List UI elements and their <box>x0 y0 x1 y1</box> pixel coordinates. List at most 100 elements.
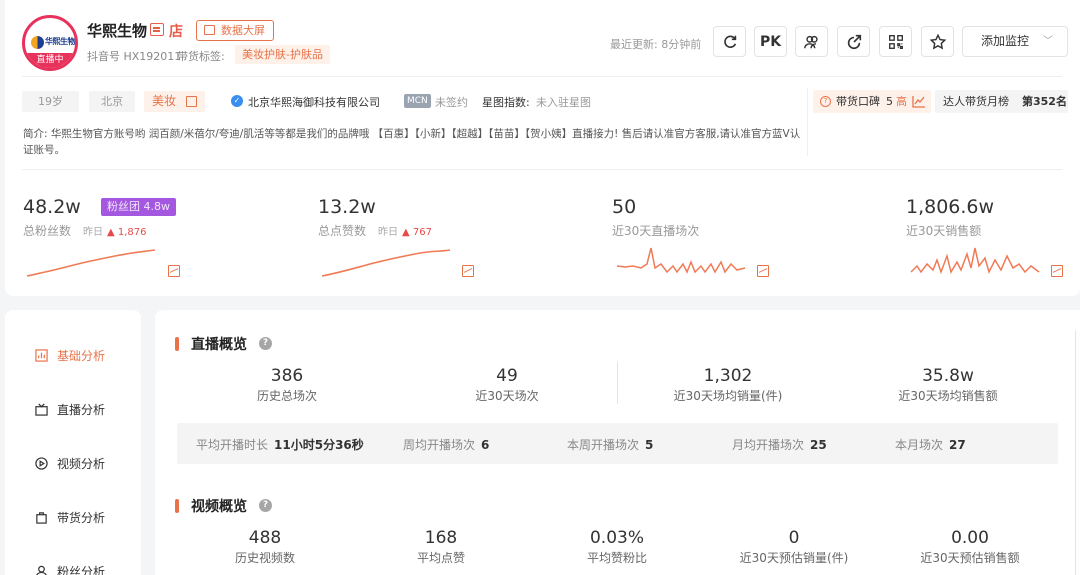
edit-icon[interactable] <box>186 96 197 107</box>
stat-label: 总粉丝数 <box>23 224 72 238</box>
bag-icon <box>36 512 47 524</box>
add-monitor-label: 添加监控 <box>981 34 1030 48</box>
metric-label: 平均点赞 <box>416 551 465 565</box>
trend-icon[interactable] <box>1051 265 1063 277</box>
metric-value: 168 <box>424 528 458 548</box>
analysis-sidebar: 基础分析 直播分析 视频分析 带货分析 粉丝分析 <box>5 310 141 575</box>
metric-label: 历史视频数 <box>234 551 295 565</box>
compare-users-button[interactable] <box>795 26 828 57</box>
sidebar-item-basic[interactable]: 基础分析 <box>35 346 105 366</box>
trend-icon[interactable] <box>757 265 769 277</box>
category-label: 美妆 <box>152 94 177 108</box>
fans-group-value: 4.8w <box>143 200 171 213</box>
help-icon[interactable]: ? <box>259 499 272 512</box>
metric-video-est-volume: 0 近30天预估销量(件) <box>704 527 884 567</box>
tag-label: 带货标签: <box>177 50 225 63</box>
add-monitor-dropdown[interactable]: 添加监控 ﹀ <box>962 26 1068 57</box>
mcn-status: 未签约 <box>435 96 468 109</box>
trend-icon[interactable] <box>168 265 180 277</box>
bar-chart-icon <box>35 349 48 362</box>
sidebar-item-label: 粉丝分析 <box>57 565 106 575</box>
stat-total-likes: 13.2w 总点赞数 昨日 ▲ 767 <box>318 195 432 241</box>
update-time: 最近更新: 8分钟前 <box>610 38 702 51</box>
metric-value: 0.03% <box>589 528 644 548</box>
category-tag[interactable]: 美妆护肤-护肤品 <box>235 45 330 64</box>
koubei-badge[interactable]: ? 带货口碑 5 高 <box>813 90 931 113</box>
metric-label: 近30天预估销量(件) <box>739 551 849 565</box>
metric-value: 488 <box>248 528 282 548</box>
stat-delta: ▲ 1,876 <box>107 227 147 238</box>
stat-delta: ▲ 767 <box>402 227 432 238</box>
sales-trend-sparkline[interactable] <box>909 244 1041 280</box>
qrcode-button[interactable] <box>879 26 912 57</box>
live-trend-sparkline[interactable] <box>615 244 747 280</box>
big-screen-label: 数据大屏 <box>221 24 265 37</box>
divider <box>807 88 808 156</box>
share-button[interactable] <box>837 26 870 57</box>
douyin-id: 抖音号 HX192011 <box>87 50 182 63</box>
stat-value: 50 <box>612 196 637 218</box>
refresh-icon <box>723 35 736 48</box>
monthly-rank[interactable]: 达人带货月榜 第352名 <box>935 90 1068 113</box>
sidebar-item-label: 基础分析 <box>57 349 106 363</box>
fans-trend-sparkline[interactable] <box>25 244 157 280</box>
pk-button[interactable]: PK <box>754 26 787 57</box>
koubei-level: 高 <box>896 95 907 108</box>
star-index-value: 未入驻星图 <box>536 96 591 109</box>
divider <box>22 169 1062 170</box>
profile-intro: 简介: 华熙生物官方账号哟 润百颜/米蓓尔/夸迪/肌活等等都是我们的品牌哦 【百… <box>23 128 801 156</box>
brand-logo-icon <box>31 36 44 49</box>
account-name: 华熙生物 <box>87 22 148 40</box>
sidebar-item-live[interactable]: 直播分析 <box>35 400 105 420</box>
sidebar-item-label: 带货分析 <box>57 511 106 525</box>
help-icon[interactable]: ? <box>259 337 272 350</box>
mcn-badge: MCN <box>404 94 431 108</box>
bar-item-label: 月均开播场次 <box>732 438 805 452</box>
metric-value: 49 <box>496 366 518 386</box>
avatar[interactable]: 华熙生物 直播中 <box>22 15 78 71</box>
divider <box>617 362 618 404</box>
metric-label: 近30天场均销售额 <box>898 389 998 403</box>
trend-icon[interactable] <box>462 265 474 277</box>
sidebar-item-label: 直播分析 <box>57 403 106 417</box>
favorite-button[interactable] <box>921 26 954 57</box>
chevron-down-icon: ﹀ <box>1043 36 1053 47</box>
metric-live-avg-volume: 1,302 近30天场均销量(件) <box>638 365 818 405</box>
live-icon <box>35 403 48 416</box>
metric-label: 近30天预估销售额 <box>920 551 1020 565</box>
refresh-button[interactable] <box>713 26 746 57</box>
live-frequency-bar: 平均开播时长 11小时5分36秒 周均开播场次 6 本周开播场次 5 月均开播场次 25… <box>177 423 1058 464</box>
fans-group-badge[interactable]: 粉丝团 4.8w <box>101 198 176 216</box>
stat-sales: 1,806.6w 近30天销售额 <box>906 195 994 239</box>
avg-duration: 平均开播时长 11小时5分36秒 <box>196 436 364 453</box>
weekly-avg: 周均开播场次 6 <box>403 436 489 453</box>
star-index-label: 星图指数: <box>482 96 530 109</box>
this-week: 本周开播场次 5 <box>567 436 653 453</box>
big-screen-button[interactable]: 数据大屏 <box>196 20 274 41</box>
qrcode-icon <box>888 34 903 49</box>
trend-icon <box>912 96 925 108</box>
metric-label: 历史总场次 <box>256 389 317 403</box>
metric-video-est-sales: 0.00 近30天预估销售额 <box>880 527 1060 567</box>
divider <box>22 76 1062 77</box>
metric-video-avg-likes: 168 平均点赞 <box>351 527 531 567</box>
bar-item-label: 本周开播场次 <box>567 438 640 452</box>
bar-item-label: 平均开播时长 <box>196 438 269 452</box>
live-badge[interactable]: 直播中 <box>25 53 75 68</box>
likes-trend-sparkline[interactable] <box>320 244 452 280</box>
metric-label: 近30天场次 <box>475 389 539 403</box>
screen-icon <box>204 25 215 35</box>
company-name[interactable]: 北京华熙海御科技有限公司 <box>248 94 380 110</box>
this-month: 本月场次 27 <box>895 436 966 453</box>
sidebar-item-fans[interactable]: 粉丝分析 <box>35 562 105 575</box>
category-chip[interactable]: 美妆 <box>144 91 205 112</box>
douyin-icon <box>150 23 164 36</box>
profile-card: 华熙生物 直播中 华熙生物 店 数据大屏 抖音号 HX192011 带货标签: … <box>5 0 1080 296</box>
bar-item-value: 5 <box>645 438 654 452</box>
metric-like-fan-ratio: 0.03% 平均赞粉比 <box>527 527 707 567</box>
bar-item-value: 27 <box>949 438 966 452</box>
sidebar-item-goods[interactable]: 带货分析 <box>35 508 105 528</box>
sidebar-item-video[interactable]: 视频分析 <box>35 454 105 474</box>
verified-icon: ✓ <box>231 95 243 107</box>
star-icon <box>929 33 946 49</box>
